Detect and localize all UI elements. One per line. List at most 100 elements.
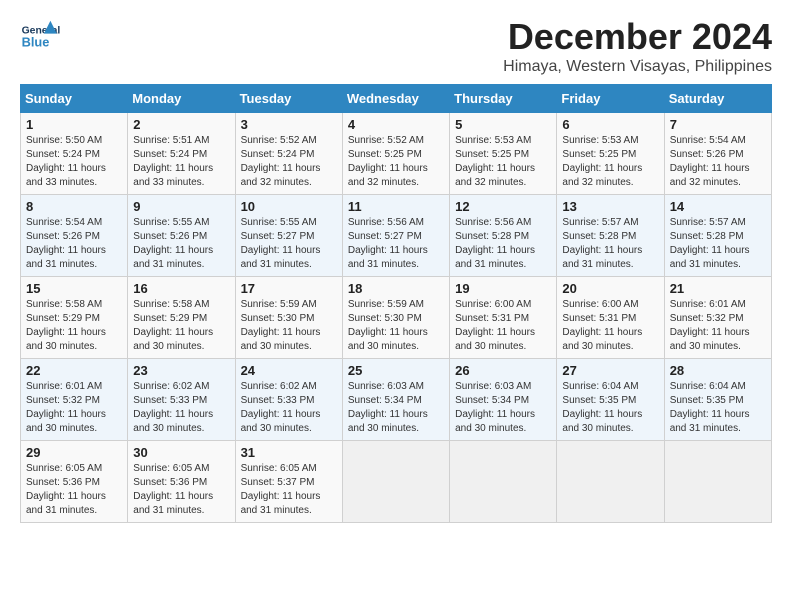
day-info: Sunrise: 5:52 AM Sunset: 5:24 PM Dayligh… [241, 134, 337, 190]
calendar-cell [342, 441, 449, 523]
calendar-cell: 12 Sunrise: 5:56 AM Sunset: 5:28 PM Dayli… [450, 195, 557, 277]
day-info: Sunrise: 6:05 AM Sunset: 5:37 PM Dayligh… [241, 462, 337, 518]
day-info: Sunrise: 6:05 AM Sunset: 5:36 PM Dayligh… [26, 462, 122, 518]
day-number: 20 [562, 281, 658, 296]
title-area: December 2024 Himaya, Western Visayas, P… [503, 16, 772, 76]
calendar-cell: 10 Sunrise: 5:55 AM Sunset: 5:27 PM Dayli… [235, 195, 342, 277]
day-info: Sunrise: 5:50 AM Sunset: 5:24 PM Dayligh… [26, 134, 122, 190]
month-title: December 2024 [503, 16, 772, 58]
calendar-cell: 3 Sunrise: 5:52 AM Sunset: 5:24 PM Daylig… [235, 113, 342, 195]
day-info: Sunrise: 5:54 AM Sunset: 5:26 PM Dayligh… [670, 134, 766, 190]
day-info: Sunrise: 5:56 AM Sunset: 5:28 PM Dayligh… [455, 216, 551, 272]
day-info: Sunrise: 5:52 AM Sunset: 5:25 PM Dayligh… [348, 134, 444, 190]
column-header-sunday: Sunday [21, 85, 128, 113]
day-number: 26 [455, 363, 551, 378]
day-number: 12 [455, 199, 551, 214]
calendar-cell: 2Sunrise: 5:51 AM Sunset: 5:24 PM Daylig… [128, 113, 235, 195]
day-number: 30 [133, 445, 229, 460]
day-number: 3 [241, 117, 337, 132]
calendar-cell: 26 Sunrise: 6:03 AM Sunset: 5:34 PM Dayli… [450, 359, 557, 441]
day-info: Sunrise: 6:02 AM Sunset: 5:33 PM Dayligh… [133, 380, 229, 436]
calendar-cell: 5 Sunrise: 5:53 AM Sunset: 5:25 PM Daylig… [450, 113, 557, 195]
calendar-cell: 16Sunrise: 5:58 AM Sunset: 5:29 PM Dayli… [128, 277, 235, 359]
calendar-cell: 17 Sunrise: 5:59 AM Sunset: 5:30 PM Dayli… [235, 277, 342, 359]
calendar-cell: 4 Sunrise: 5:52 AM Sunset: 5:25 PM Daylig… [342, 113, 449, 195]
day-info: Sunrise: 5:57 AM Sunset: 5:28 PM Dayligh… [562, 216, 658, 272]
calendar-cell: 8 Sunrise: 5:54 AM Sunset: 5:26 PM Daylig… [21, 195, 128, 277]
calendar-cell [557, 441, 664, 523]
calendar-cell: 25Sunrise: 6:03 AM Sunset: 5:34 PM Dayli… [342, 359, 449, 441]
calendar-cell: 23 Sunrise: 6:02 AM Sunset: 5:33 PM Dayli… [128, 359, 235, 441]
calendar-cell: 15 Sunrise: 5:58 AM Sunset: 5:29 PM Dayli… [21, 277, 128, 359]
day-info: Sunrise: 5:53 AM Sunset: 5:25 PM Dayligh… [455, 134, 551, 190]
calendar-cell: 7 Sunrise: 5:54 AM Sunset: 5:26 PM Daylig… [664, 113, 771, 195]
calendar-cell: 28Sunrise: 6:04 AM Sunset: 5:35 PM Dayli… [664, 359, 771, 441]
day-number: 14 [670, 199, 766, 214]
day-info: Sunrise: 5:51 AM Sunset: 5:24 PM Dayligh… [133, 134, 229, 190]
calendar-cell: 30 Sunrise: 6:05 AM Sunset: 5:36 PM Dayli… [128, 441, 235, 523]
calendar-cell: 18 Sunrise: 5:59 AM Sunset: 5:30 PM Dayli… [342, 277, 449, 359]
calendar-week-1: 1 Sunrise: 5:50 AM Sunset: 5:24 PM Daylig… [21, 113, 772, 195]
day-number: 1 [26, 117, 122, 132]
day-number: 8 [26, 199, 122, 214]
day-info: Sunrise: 6:02 AM Sunset: 5:33 PM Dayligh… [241, 380, 337, 436]
day-info: Sunrise: 5:59 AM Sunset: 5:30 PM Dayligh… [241, 298, 337, 354]
calendar-cell: 6 Sunrise: 5:53 AM Sunset: 5:25 PM Daylig… [557, 113, 664, 195]
calendar-cell: 31 Sunrise: 6:05 AM Sunset: 5:37 PM Dayli… [235, 441, 342, 523]
day-info: Sunrise: 5:58 AM Sunset: 5:29 PM Dayligh… [133, 298, 229, 354]
calendar-cell: 11Sunrise: 5:56 AM Sunset: 5:27 PM Dayli… [342, 195, 449, 277]
day-info: Sunrise: 5:54 AM Sunset: 5:26 PM Dayligh… [26, 216, 122, 272]
svg-text:Blue: Blue [22, 34, 50, 49]
day-number: 4 [348, 117, 444, 132]
day-info: Sunrise: 5:59 AM Sunset: 5:30 PM Dayligh… [348, 298, 444, 354]
day-info: Sunrise: 5:55 AM Sunset: 5:27 PM Dayligh… [241, 216, 337, 272]
day-info: Sunrise: 6:04 AM Sunset: 5:35 PM Dayligh… [562, 380, 658, 436]
calendar-cell: 1 Sunrise: 5:50 AM Sunset: 5:24 PM Daylig… [21, 113, 128, 195]
day-number: 7 [670, 117, 766, 132]
day-number: 29 [26, 445, 122, 460]
column-header-monday: Monday [128, 85, 235, 113]
day-info: Sunrise: 5:55 AM Sunset: 5:26 PM Dayligh… [133, 216, 229, 272]
day-number: 15 [26, 281, 122, 296]
calendar-week-5: 29 Sunrise: 6:05 AM Sunset: 5:36 PM Dayli… [21, 441, 772, 523]
page-header: General Blue December 2024 Himaya, Weste… [20, 16, 772, 76]
day-info: Sunrise: 6:03 AM Sunset: 5:34 PM Dayligh… [455, 380, 551, 436]
calendar-cell: 21 Sunrise: 6:01 AM Sunset: 5:32 PM Dayli… [664, 277, 771, 359]
day-info: Sunrise: 5:53 AM Sunset: 5:25 PM Dayligh… [562, 134, 658, 190]
day-number: 24 [241, 363, 337, 378]
day-number: 18 [348, 281, 444, 296]
calendar-header: SundayMondayTuesdayWednesdayThursdayFrid… [21, 85, 772, 113]
day-number: 17 [241, 281, 337, 296]
day-info: Sunrise: 5:58 AM Sunset: 5:29 PM Dayligh… [26, 298, 122, 354]
column-header-friday: Friday [557, 85, 664, 113]
calendar-week-3: 15 Sunrise: 5:58 AM Sunset: 5:29 PM Dayli… [21, 277, 772, 359]
calendar-table: SundayMondayTuesdayWednesdayThursdayFrid… [20, 84, 772, 523]
day-number: 6 [562, 117, 658, 132]
day-number: 23 [133, 363, 229, 378]
day-info: Sunrise: 6:05 AM Sunset: 5:36 PM Dayligh… [133, 462, 229, 518]
day-info: Sunrise: 6:00 AM Sunset: 5:31 PM Dayligh… [455, 298, 551, 354]
day-number: 31 [241, 445, 337, 460]
day-number: 27 [562, 363, 658, 378]
day-number: 25 [348, 363, 444, 378]
day-info: Sunrise: 6:01 AM Sunset: 5:32 PM Dayligh… [670, 298, 766, 354]
calendar-cell [664, 441, 771, 523]
column-header-tuesday: Tuesday [235, 85, 342, 113]
day-number: 5 [455, 117, 551, 132]
calendar-week-2: 8 Sunrise: 5:54 AM Sunset: 5:26 PM Daylig… [21, 195, 772, 277]
day-number: 28 [670, 363, 766, 378]
day-number: 9 [133, 199, 229, 214]
calendar-cell: 24 Sunrise: 6:02 AM Sunset: 5:33 PM Dayli… [235, 359, 342, 441]
calendar-cell: 22Sunrise: 6:01 AM Sunset: 5:32 PM Dayli… [21, 359, 128, 441]
calendar-cell: 29 Sunrise: 6:05 AM Sunset: 5:36 PM Dayli… [21, 441, 128, 523]
column-header-saturday: Saturday [664, 85, 771, 113]
day-info: Sunrise: 5:57 AM Sunset: 5:28 PM Dayligh… [670, 216, 766, 272]
day-number: 11 [348, 199, 444, 214]
day-info: Sunrise: 6:01 AM Sunset: 5:32 PM Dayligh… [26, 380, 122, 436]
calendar-week-4: 22Sunrise: 6:01 AM Sunset: 5:32 PM Dayli… [21, 359, 772, 441]
calendar-cell: 19Sunrise: 6:00 AM Sunset: 5:31 PM Dayli… [450, 277, 557, 359]
day-number: 10 [241, 199, 337, 214]
column-header-wednesday: Wednesday [342, 85, 449, 113]
day-number: 21 [670, 281, 766, 296]
day-info: Sunrise: 6:00 AM Sunset: 5:31 PM Dayligh… [562, 298, 658, 354]
